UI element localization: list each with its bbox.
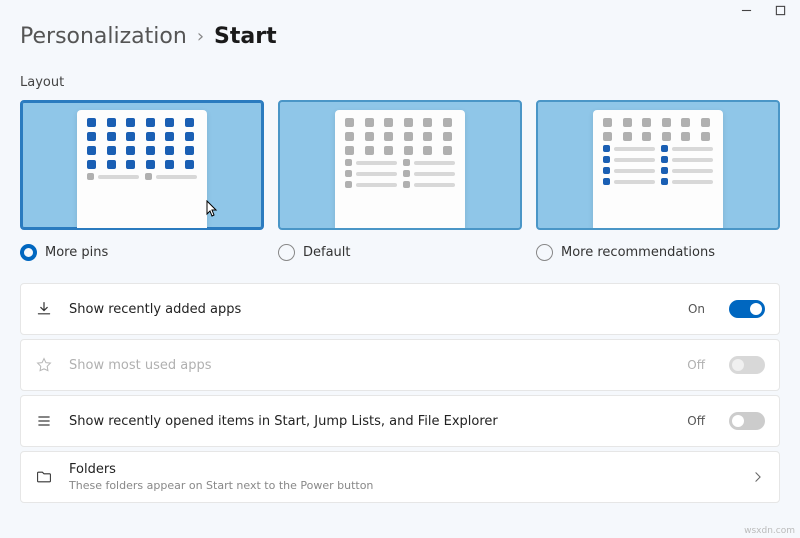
watermark: wsxdn.com [744, 526, 795, 536]
breadcrumb-sep-icon: › [197, 26, 204, 47]
layout-option-more-pins[interactable]: More pins [20, 100, 264, 261]
setting-recent-items[interactable]: Show recently opened items in Start, Jum… [20, 395, 780, 447]
breadcrumb-parent[interactable]: Personalization [20, 24, 187, 49]
window-minimize-button[interactable] [740, 4, 752, 16]
download-icon [35, 300, 53, 318]
breadcrumb: Personalization › Start [20, 24, 780, 49]
layout-option-label: More pins [45, 245, 108, 260]
toggle-most-used [729, 356, 765, 374]
layout-option-label: Default [303, 245, 351, 260]
layout-option-default[interactable]: Default [278, 100, 522, 261]
toggle-recent-items[interactable] [729, 412, 765, 430]
layout-option-label: More recommendations [561, 245, 715, 260]
setting-title: Folders [69, 462, 735, 477]
setting-label: Show recently added apps [69, 302, 672, 317]
layout-option-more-recs[interactable]: More recommendations [536, 100, 780, 261]
toggle-state-label: On [688, 302, 705, 316]
layout-preview-more-recs [536, 100, 780, 230]
toggle-state-label: Off [687, 358, 705, 372]
layout-preview-more-pins [20, 100, 264, 230]
toggle-recent-apps[interactable] [729, 300, 765, 318]
breadcrumb-current: Start [214, 24, 277, 49]
layout-preview-default [278, 100, 522, 230]
radio-more-recs[interactable] [536, 244, 553, 261]
setting-desc: These folders appear on Start next to th… [69, 479, 735, 492]
list-icon [35, 412, 53, 430]
setting-label: Show recently opened items in Start, Jum… [69, 414, 671, 429]
radio-more-pins[interactable] [20, 244, 37, 261]
chevron-right-icon [751, 470, 765, 484]
setting-label: Show most used apps [69, 358, 671, 373]
toggle-state-label: Off [687, 414, 705, 428]
setting-most-used: Show most used apps Off [20, 339, 780, 391]
window-maximize-button[interactable] [774, 4, 786, 16]
setting-folders[interactable]: Folders These folders appear on Start ne… [20, 451, 780, 503]
setting-recent-apps[interactable]: Show recently added apps On [20, 283, 780, 335]
star-icon [35, 356, 53, 374]
radio-default[interactable] [278, 244, 295, 261]
layout-section-label: Layout [20, 75, 780, 90]
folder-icon [35, 468, 53, 486]
